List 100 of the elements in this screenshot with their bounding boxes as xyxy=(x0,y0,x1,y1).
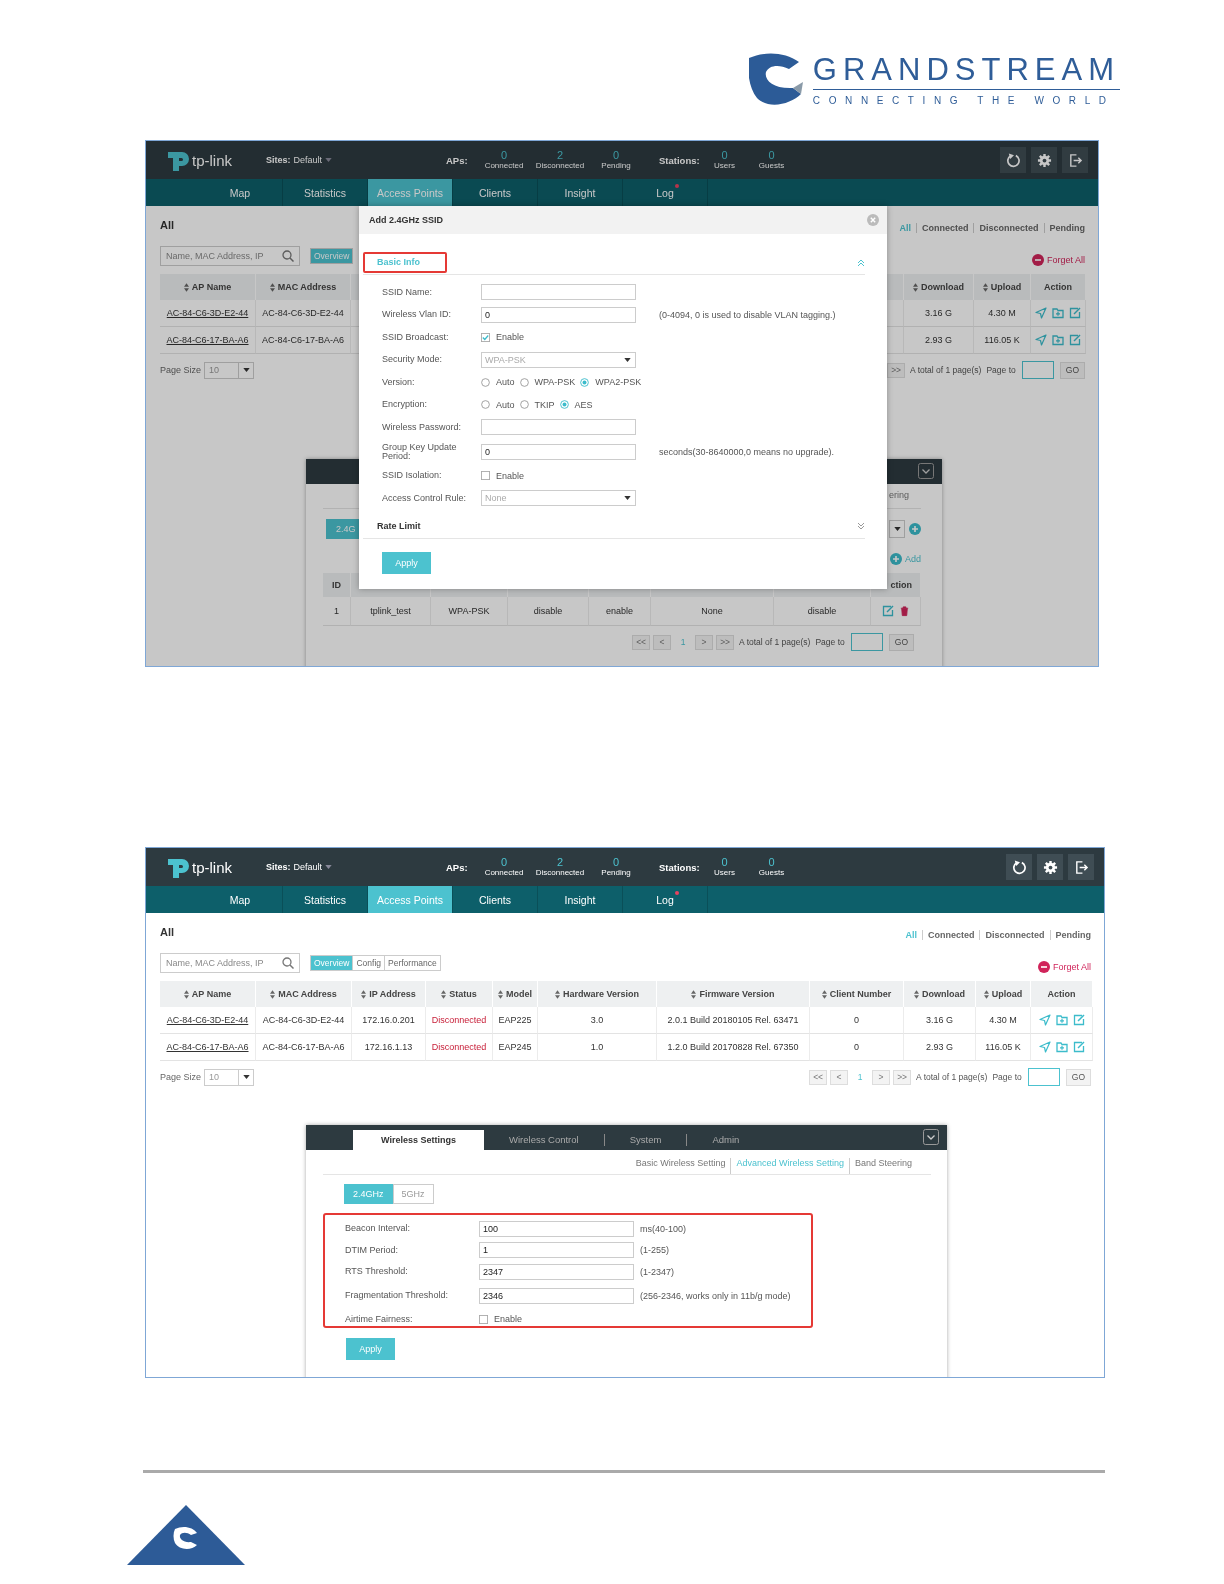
forget-all-button[interactable]: Forget All xyxy=(1031,254,1085,266)
edit-icon[interactable] xyxy=(1072,1014,1085,1026)
input-field[interactable] xyxy=(481,419,636,436)
chevron-down-icon[interactable] xyxy=(857,522,865,530)
site-selector[interactable]: Sites: Default xyxy=(266,862,446,872)
filter-link[interactable]: Connected xyxy=(921,930,980,940)
radio-button[interactable] xyxy=(580,377,590,387)
edit-icon[interactable] xyxy=(1072,1041,1085,1053)
collapse-icon[interactable] xyxy=(918,463,934,479)
panel-tab[interactable]: System xyxy=(603,1134,687,1146)
input-field[interactable]: 1 xyxy=(479,1242,634,1259)
page-button[interactable]: >> xyxy=(893,1069,912,1085)
ap-link[interactable]: AC-84-C6-17-BA-A6 xyxy=(166,1042,249,1052)
ap-link[interactable]: AC-84-C6-3D-E2-44 xyxy=(166,1015,249,1025)
column-header[interactable]: Model xyxy=(493,981,538,1007)
column-header[interactable]: IP Address xyxy=(352,981,426,1007)
column-header[interactable]: Firmware Version xyxy=(657,981,810,1007)
chevron-up-icon[interactable] xyxy=(857,258,865,267)
page-input[interactable] xyxy=(850,633,883,651)
radio-button[interactable] xyxy=(481,400,490,410)
input-field[interactable]: 100 xyxy=(479,1220,634,1237)
column-header[interactable]: AP Name xyxy=(160,274,256,300)
folder-icon[interactable] xyxy=(1052,334,1064,346)
settings-button[interactable] xyxy=(1037,854,1063,880)
page-input[interactable] xyxy=(1027,1068,1060,1086)
send-icon[interactable] xyxy=(1038,1041,1051,1053)
dropdown[interactable] xyxy=(889,520,905,538)
nav-tab[interactable]: Insight xyxy=(538,886,623,913)
settings-link[interactable]: Band Steering xyxy=(848,1158,912,1174)
panel-tab[interactable]: Wireless Settings xyxy=(353,1130,484,1150)
radio-button[interactable] xyxy=(559,400,569,410)
checkbox[interactable] xyxy=(481,332,490,342)
column-header[interactable]: AP Name xyxy=(160,981,256,1007)
plus-circle-icon[interactable] xyxy=(890,553,902,565)
go-button[interactable]: GO xyxy=(1059,361,1085,379)
folder-icon[interactable] xyxy=(1055,1041,1068,1053)
send-icon[interactable] xyxy=(1035,334,1047,346)
input-field[interactable]: 0 xyxy=(481,443,636,460)
search-icon[interactable] xyxy=(282,957,294,969)
column-header[interactable]: MAC Address xyxy=(256,274,351,300)
page-button[interactable]: << xyxy=(632,634,651,650)
column-header[interactable]: Hardware Version xyxy=(538,981,657,1007)
go-button[interactable]: GO xyxy=(888,633,914,651)
page-button[interactable]: > xyxy=(872,1069,891,1085)
forget-all-button[interactable]: Forget All xyxy=(1037,961,1091,973)
trash-icon[interactable] xyxy=(898,605,910,617)
panel-tab[interactable]: Wireless Control xyxy=(484,1130,604,1150)
panel-tab[interactable]: Admin xyxy=(686,1134,765,1146)
filter-link[interactable]: Disconnected xyxy=(979,930,1050,940)
input-field[interactable]: 2346 xyxy=(479,1287,634,1304)
nav-tab[interactable]: Clients xyxy=(453,886,538,913)
nav-tab[interactable]: Log xyxy=(623,886,708,913)
collapse-icon[interactable] xyxy=(923,1129,939,1145)
radio-button[interactable] xyxy=(519,400,529,410)
logout-button[interactable] xyxy=(1068,854,1094,880)
column-header[interactable]: Download xyxy=(904,981,976,1007)
nav-tab[interactable]: Map xyxy=(198,179,283,206)
column-header[interactable]: Download xyxy=(904,274,974,300)
folder-icon[interactable] xyxy=(1052,307,1064,319)
filter-link[interactable]: Connected xyxy=(915,223,974,233)
edit-icon[interactable] xyxy=(1069,334,1081,346)
filter-link[interactable]: Pending xyxy=(1043,223,1085,233)
filter-link[interactable]: Disconnected xyxy=(973,223,1044,233)
logout-button[interactable] xyxy=(1062,147,1088,173)
column-header[interactable]: MAC Address xyxy=(256,981,352,1007)
send-icon[interactable] xyxy=(1035,307,1047,319)
refresh-button[interactable] xyxy=(1006,854,1032,880)
input-field[interactable]: 2347 xyxy=(479,1263,634,1280)
settings-link[interactable]: Basic Wireless Setting xyxy=(630,1158,731,1174)
search-field[interactable]: Name, MAC Address, IP xyxy=(160,246,300,266)
column-header[interactable]: Client Number xyxy=(810,981,904,1007)
refresh-button[interactable] xyxy=(1000,147,1026,173)
column-header[interactable]: Status xyxy=(426,981,493,1007)
close-icon[interactable] xyxy=(867,214,879,226)
ap-link[interactable]: AC-84-C6-17-BA-A6 xyxy=(166,335,249,345)
column-header[interactable]: Upload xyxy=(976,981,1031,1007)
nav-tab[interactable]: Map xyxy=(198,886,283,913)
column-header[interactable]: Upload xyxy=(974,274,1031,300)
input-field[interactable] xyxy=(481,284,636,301)
page-button[interactable]: << xyxy=(809,1069,828,1085)
folder-icon[interactable] xyxy=(1055,1014,1068,1026)
site-selector[interactable]: Sites: Default xyxy=(266,155,446,165)
send-icon[interactable] xyxy=(1038,1014,1051,1026)
edit-icon[interactable] xyxy=(1069,307,1081,319)
radio-button[interactable] xyxy=(481,377,490,387)
page-button[interactable]: >> xyxy=(716,634,735,650)
page-button[interactable]: >> xyxy=(887,362,906,378)
plus-circle-icon[interactable] xyxy=(909,523,921,535)
settings-link[interactable]: ering xyxy=(884,490,909,508)
radio-button[interactable] xyxy=(519,377,529,387)
search-field[interactable]: Name, MAC Address, IP xyxy=(160,953,300,973)
view-tab[interactable]: Config xyxy=(352,956,384,970)
view-tab[interactable]: Performance xyxy=(384,956,440,970)
page-button[interactable]: < xyxy=(653,634,672,650)
edit-icon[interactable] xyxy=(881,605,894,617)
settings-button[interactable] xyxy=(1031,147,1057,173)
filter-link[interactable]: Pending xyxy=(1049,930,1091,940)
input-field[interactable]: 0 xyxy=(481,306,636,323)
page-button[interactable]: > xyxy=(695,634,714,650)
ap-link[interactable]: AC-84-C6-3D-E2-44 xyxy=(166,308,249,318)
